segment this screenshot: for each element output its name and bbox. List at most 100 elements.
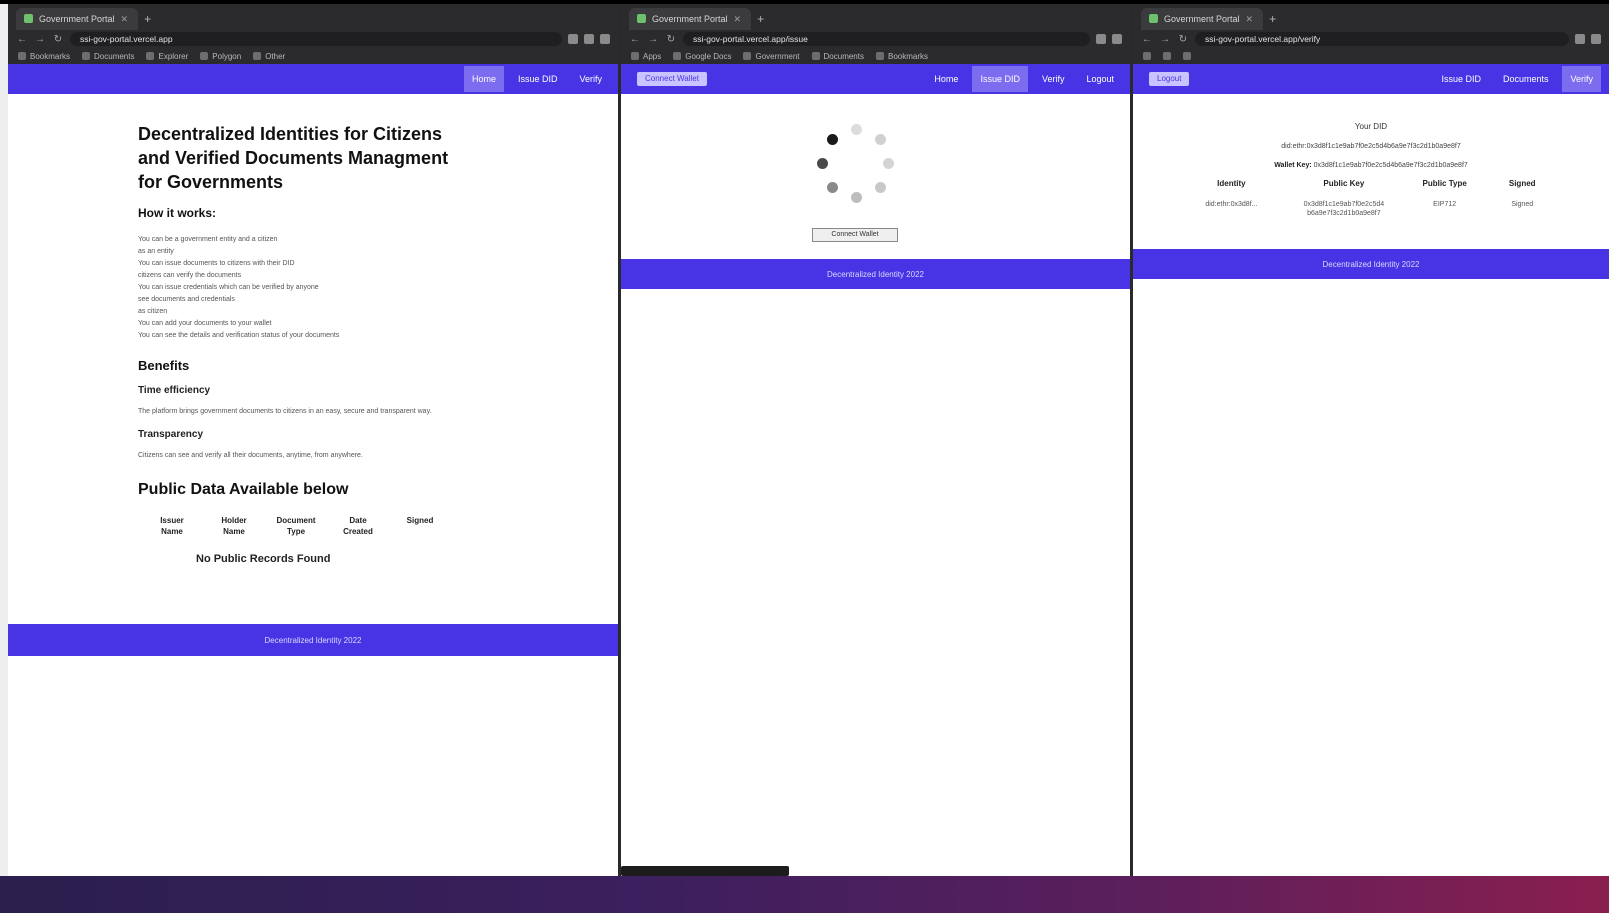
- bookmark-item[interactable]: Bookmarks: [18, 52, 70, 61]
- folder-icon: [146, 52, 155, 60]
- table-cell: EIP712: [1433, 201, 1457, 208]
- back-icon[interactable]: ←: [16, 34, 28, 45]
- browser-tab[interactable]: Government Portal ✕: [16, 8, 139, 30]
- profile-icon[interactable]: [600, 34, 610, 44]
- browser-chrome: Government Portal ✕ + ← → ↻ ssi-gov-port…: [1133, 4, 1609, 64]
- back-icon[interactable]: ←: [1141, 34, 1153, 45]
- reload-icon[interactable]: ↻: [52, 34, 64, 45]
- forward-icon[interactable]: →: [1159, 34, 1171, 45]
- bookmarks-bar: [1133, 48, 1609, 64]
- column-header: Signed: [406, 516, 434, 525]
- benefit-title: Time efficiency: [138, 385, 211, 396]
- column-header: Document Type: [276, 516, 316, 536]
- new-tab-icon[interactable]: +: [144, 12, 151, 30]
- browser-tab[interactable]: Government Portal ✕: [629, 8, 752, 30]
- address-bar[interactable]: ssi-gov-portal.vercel.app/issue: [683, 32, 1090, 46]
- app-navbar: Home Issue DID Verify: [8, 64, 618, 94]
- bookmark-item[interactable]: Polygon: [200, 52, 241, 61]
- reload-icon[interactable]: ↻: [1177, 34, 1189, 45]
- list-item: see documents and credentials: [138, 296, 235, 303]
- folder-icon: [1143, 52, 1151, 60]
- did-details: Your DID did:ethr:0x3d8f1c1e9ab7f0e2c5d4…: [1133, 94, 1609, 249]
- forward-icon[interactable]: →: [647, 34, 659, 45]
- folder-icon: [200, 52, 209, 60]
- reload-icon[interactable]: ↻: [665, 34, 677, 45]
- column-header: Holder Name: [221, 516, 247, 536]
- close-tab-icon[interactable]: ✕: [121, 14, 129, 30]
- section-title: Your DID: [1354, 122, 1388, 131]
- close-tab-icon[interactable]: ✕: [1246, 14, 1254, 30]
- nav-documents[interactable]: Documents: [1495, 66, 1557, 92]
- nav-verify[interactable]: Verify: [1034, 66, 1073, 92]
- extension-icon[interactable]: [1096, 34, 1106, 44]
- nav-home[interactable]: Home: [463, 66, 504, 92]
- horizontal-scrollbar[interactable]: [621, 866, 789, 876]
- list-item: You can be a government entity and a cit…: [138, 236, 278, 243]
- bookmark-item[interactable]: [1163, 52, 1171, 60]
- desktop-wallpaper: [0, 876, 1609, 913]
- bookmark-item[interactable]: Other: [253, 52, 285, 61]
- folder-icon: [875, 52, 884, 60]
- bookmark-item[interactable]: Explorer: [146, 52, 188, 61]
- profile-icon[interactable]: [1112, 34, 1122, 44]
- connect-wallet-brand[interactable]: Connect Wallet: [637, 72, 707, 86]
- logout-brand-button[interactable]: Logout: [1149, 72, 1190, 86]
- app-navbar: Connect Wallet Home Issue DID Verify Log…: [621, 64, 1130, 94]
- list-item: You can issue credentials which can be v…: [138, 284, 319, 291]
- nav-issue-did[interactable]: Issue DID: [1433, 66, 1489, 92]
- table-cell: Signed: [1511, 201, 1534, 208]
- new-tab-icon[interactable]: +: [1269, 12, 1276, 30]
- browser-window-issue: Government Portal ✕ + ← → ↻ ssi-gov-port…: [618, 4, 1130, 876]
- table-cell: 0x3d8f1c1e9ab7f0e2c5d4 b6a9e7f3c2d1b0a9e…: [1303, 201, 1385, 217]
- browser-tab[interactable]: Government Portal ✕: [1141, 8, 1264, 30]
- nav-logout[interactable]: Logout: [1078, 66, 1122, 92]
- bookmark-item[interactable]: Documents: [82, 52, 134, 61]
- favicon-icon: [637, 14, 646, 23]
- did-table: Identity Public Key Public Type Signed d…: [1181, 179, 1561, 218]
- extension-icon[interactable]: [568, 34, 578, 44]
- footer: Decentralized Identity 2022: [1133, 249, 1609, 279]
- how-it-works-list: You can be a government entity and a cit…: [138, 234, 453, 342]
- nav-verify[interactable]: Verify: [571, 66, 610, 92]
- benefits-title: Benefits: [138, 358, 190, 373]
- nav-verify[interactable]: Verify: [1562, 66, 1601, 92]
- bookmark-item[interactable]: Google Docs: [673, 52, 731, 61]
- bookmark-item[interactable]: Government: [743, 52, 800, 61]
- connect-wallet-button[interactable]: Connect Wallet: [812, 228, 898, 242]
- address-bar[interactable]: ssi-gov-portal.vercel.app/verify: [1195, 32, 1569, 46]
- folder-icon: [18, 52, 26, 60]
- bookmarks-bar: Apps Google Docs Government Documents Bo…: [621, 48, 1130, 64]
- column-header: Public Key: [1323, 179, 1365, 188]
- list-item: You can see the details and verification…: [138, 332, 340, 339]
- nav-issue-did[interactable]: Issue DID: [972, 66, 1028, 92]
- back-icon[interactable]: ←: [629, 34, 641, 45]
- bookmark-item[interactable]: [1143, 52, 1151, 60]
- wallet-key-value: 0x3d8f1c1e9ab7f0e2c5d4b6a9e7f3c2d1b0a9e8…: [1313, 162, 1468, 169]
- bookmark-item[interactable]: Bookmarks: [875, 52, 928, 61]
- extension-icon[interactable]: [1575, 34, 1585, 44]
- favicon-icon: [24, 14, 33, 23]
- benefit-description: Citizens can see and verify all their do…: [138, 452, 363, 459]
- new-tab-icon[interactable]: +: [757, 12, 764, 30]
- bookmark-item[interactable]: [1183, 52, 1191, 60]
- page-title: Decentralized Identities for Citizens an…: [138, 124, 449, 192]
- close-tab-icon[interactable]: ✕: [734, 14, 742, 30]
- table-cell: did:ethr:0x3d8f...: [1205, 201, 1258, 208]
- extension-icon[interactable]: [584, 34, 594, 44]
- nav-issue-did[interactable]: Issue DID: [510, 66, 566, 92]
- profile-icon[interactable]: [1591, 34, 1601, 44]
- did-value: did:ethr:0x3d8f1c1e9ab7f0e2c5d4b6a9e7f3c…: [1281, 143, 1461, 150]
- loading-panel: Connect Wallet: [621, 94, 1130, 259]
- benefit-title: Transparency: [138, 429, 204, 440]
- list-item: You can issue documents to citizens with…: [138, 260, 295, 267]
- column-header: Date Created: [343, 516, 373, 536]
- nav-home[interactable]: Home: [926, 66, 966, 92]
- public-data-title: Public Data Available below: [138, 481, 349, 498]
- list-item: You can add your documents to your walle…: [138, 320, 272, 327]
- bookmark-item[interactable]: Documents: [811, 52, 864, 61]
- forward-icon[interactable]: →: [34, 34, 46, 45]
- address-bar[interactable]: ssi-gov-portal.vercel.app: [70, 32, 562, 46]
- how-it-works-title: How it works:: [138, 206, 217, 220]
- benefit-description: The platform brings government documents…: [138, 408, 432, 415]
- bookmark-item[interactable]: Apps: [631, 52, 661, 61]
